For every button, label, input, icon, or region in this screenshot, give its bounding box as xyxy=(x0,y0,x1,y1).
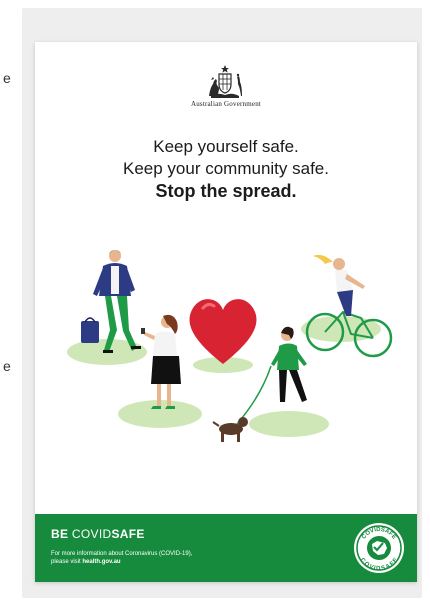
footer-title-be: BE xyxy=(51,527,69,541)
edge-text-top: e xyxy=(3,70,11,86)
footer-banner: BE COVIDSAFE For more information about … xyxy=(35,514,417,582)
man-with-bag-figure xyxy=(81,250,141,353)
headline-line-1: Keep yourself safe. xyxy=(153,137,299,156)
footer-info: For more information about Coronavirus (… xyxy=(51,550,192,566)
headline-line-2: Keep your community safe. xyxy=(123,159,329,178)
coat-of-arms-icon xyxy=(209,65,242,98)
footer-info-line-1: For more information about Coronavirus (… xyxy=(51,551,193,557)
covidsafe-poster[interactable]: Australian Government Keep yourself safe… xyxy=(35,42,417,582)
footer-info-prefix: please visit xyxy=(51,559,83,565)
community-illustration xyxy=(67,250,393,442)
woman-with-phone-figure xyxy=(141,314,181,409)
footer-title-safe: SAFE xyxy=(111,527,145,541)
footer-title-covid: COVID xyxy=(71,527,112,541)
health-website-link[interactable]: health.gov.au xyxy=(82,559,120,565)
headline-line-3: Stop the spread. xyxy=(155,181,297,201)
covidsafe-badge-icon: COVIDSAFE COVIDSAFE xyxy=(354,523,404,573)
ground-center-right xyxy=(249,411,329,437)
edge-text-bottom: e xyxy=(3,358,11,374)
headline: Keep yourself safe. Keep your community … xyxy=(35,136,417,202)
heart-icon xyxy=(189,299,257,364)
footer-title: BE COVIDSAFE xyxy=(51,527,145,541)
government-label: Australian Government xyxy=(190,100,262,108)
